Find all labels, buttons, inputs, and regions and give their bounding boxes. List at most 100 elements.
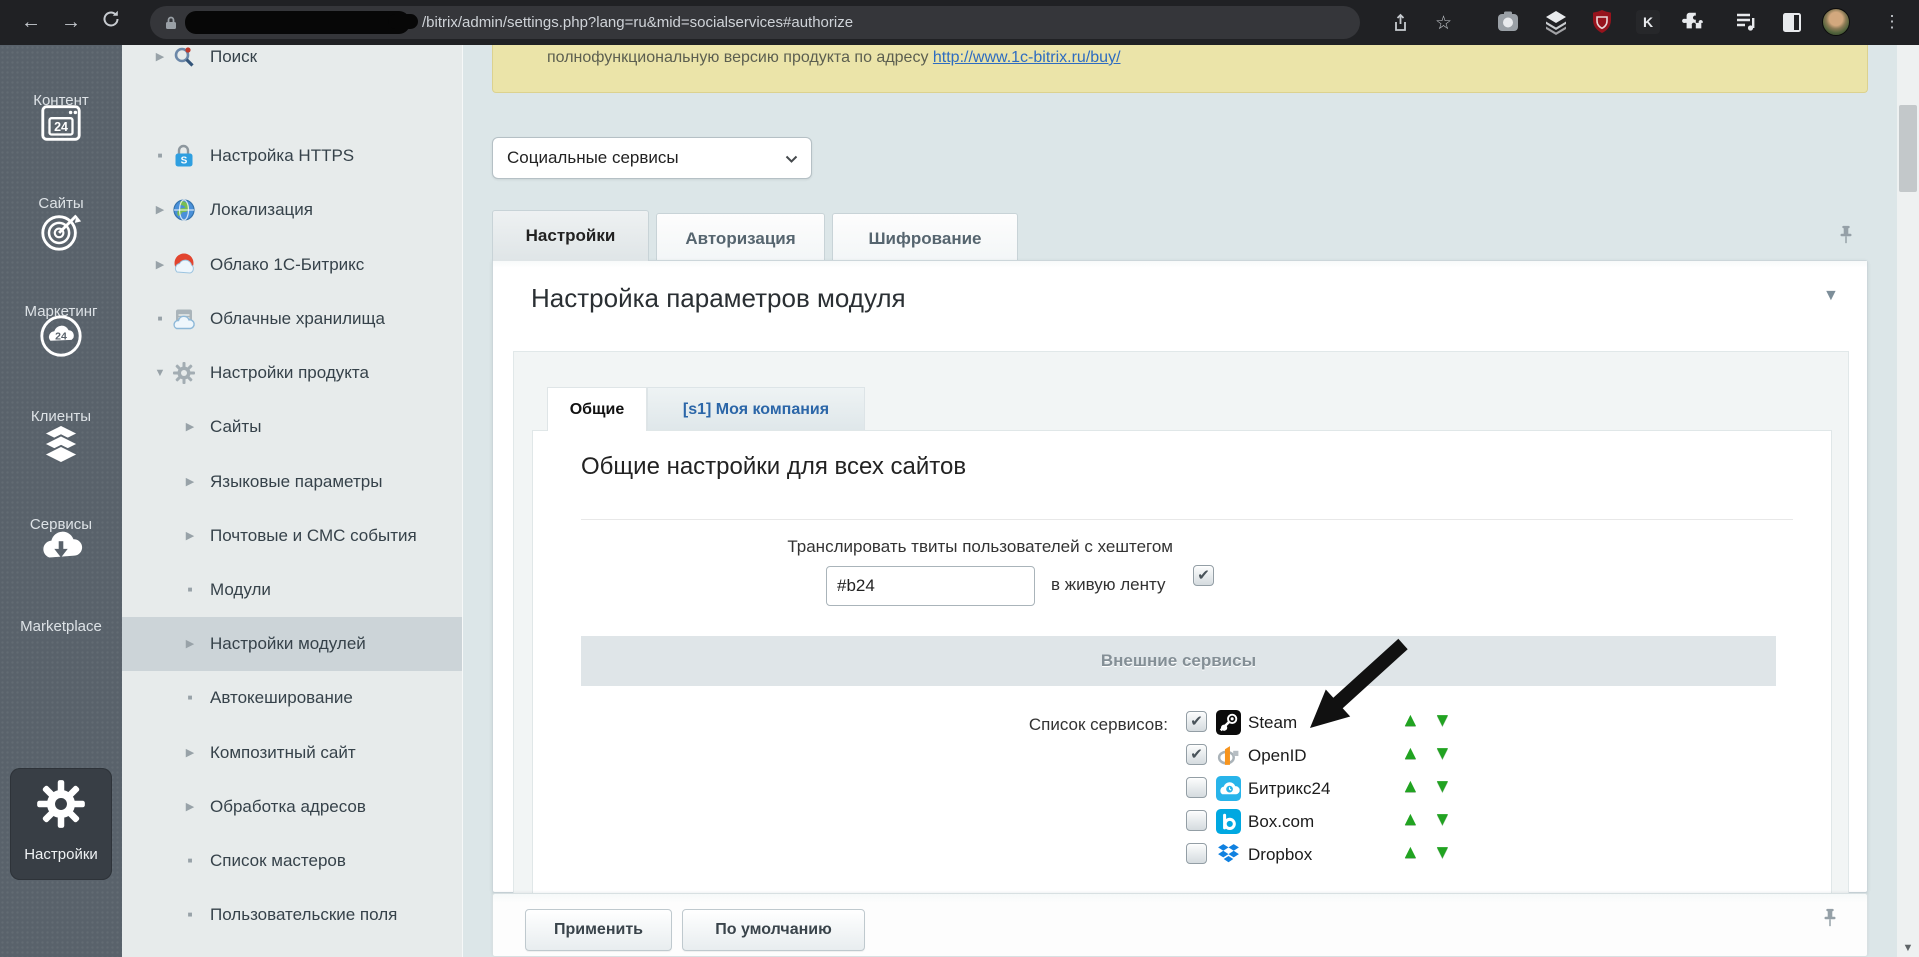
check-icon: ✔ [1197,567,1210,584]
service-row-box: Box.com ▲ ▼ [1186,807,1586,840]
settings-gear-icon [35,778,87,835]
panel-title: Настройка параметров модуля [531,283,906,314]
expand-arrow-icon[interactable]: ▶ [182,400,198,454]
hashtag-input[interactable] [826,566,1035,606]
action-bar: Применить По умолчанию [492,893,1868,957]
svg-text:S: S [181,156,188,167]
bitrix24-checkbox[interactable] [1186,777,1207,798]
move-down-icon[interactable]: ▼ [1433,710,1452,732]
back-icon[interactable]: ← [18,9,44,35]
menu-item-wizard-list[interactable]: ■ Список мастеров [122,834,463,888]
extensions-puzzle-icon[interactable] [1680,8,1708,36]
module-settings-panel: Настройка параметров модуля ▼ Общие [s1]… [492,260,1868,893]
menu-item-user-fields[interactable]: ■ Пользовательские поля [122,888,463,942]
share-icon[interactable] [1390,13,1410,38]
expand-arrow-icon[interactable]: ▶ [182,780,198,834]
menu-item-cloud-storage[interactable]: ■ Облачные хранилища [122,292,463,346]
move-up-icon[interactable]: ▲ [1401,743,1420,765]
expand-arrow-icon[interactable]: ▶ [152,183,168,237]
menu-item-mail-sms-events[interactable]: ▶ Почтовые и СМС события [122,509,463,563]
move-down-icon[interactable]: ▼ [1433,776,1452,798]
extension-camera-icon[interactable] [1494,8,1522,36]
app-rail: Контент 24 Сайты Маркетинг 24 Клиенты Се… [0,45,122,957]
page-scrollbar[interactable]: ▼ [1897,45,1919,957]
rail-item-marketing[interactable]: Маркетинг [0,208,122,328]
extension-k-icon[interactable]: K [1634,8,1662,36]
menu-item-search[interactable]: ▶ Поиск [122,45,463,84]
move-up-icon[interactable]: ▲ [1401,776,1420,798]
tab-encryption[interactable]: Шифрование [832,213,1018,261]
menu-item-cloud-1c[interactable]: ▶ Облако 1С-Битрикс [122,238,463,292]
buy-link[interactable]: http://www.1c-bitrix.ru/buy/ [933,49,1121,66]
svg-text:24: 24 [54,120,68,134]
menu-item-product-settings[interactable]: ▼ Настройки продукта [122,346,463,400]
browser-chrome: ← → /bitrix/admin/settings.php?lang=ru&m… [0,0,1919,45]
clients-cloud-icon: 24 [38,313,84,363]
search-icon [172,45,196,69]
extension-ublock-icon[interactable] [1588,8,1616,36]
move-up-icon[interactable]: ▲ [1401,842,1420,864]
move-up-icon[interactable]: ▲ [1401,809,1420,831]
dropbox-checkbox[interactable] [1186,843,1207,864]
chevron-down-icon [785,155,798,163]
box-checkbox[interactable] [1186,810,1207,831]
rail-item-settings[interactable]: Настройки [10,768,112,880]
1c-bitrix-cloud-icon [172,253,196,277]
reload-icon[interactable] [98,9,124,35]
expand-arrow-icon[interactable]: ▶ [182,509,198,563]
extension-layers-icon[interactable] [1542,8,1570,36]
https-lock-icon: S [172,144,196,168]
menu-item-module-settings[interactable]: ▶ Настройки модулей [122,617,463,671]
extension-playlist-icon[interactable] [1732,8,1760,36]
check-icon: ✔ [1190,713,1203,730]
box-icon [1216,809,1241,834]
pin-icon[interactable] [1819,906,1841,935]
bookmark-star-icon[interactable]: ☆ [1435,12,1452,35]
expand-arrow-icon[interactable]: ▶ [152,238,168,292]
pin-icon[interactable] [1835,223,1857,252]
extension-panel-icon[interactable] [1778,8,1806,36]
browser-menu-icon[interactable]: ⋮ [1878,8,1906,36]
menu-item-sites[interactable]: ▶ Сайты [122,400,463,454]
marketplace-download-cloud-icon [38,523,84,573]
screen: ← → /bitrix/admin/settings.php?lang=ru&m… [0,0,1919,957]
menu-item-localization[interactable]: ▶ Локализация [122,183,463,237]
inner-tab-company[interactable]: [s1] Моя компания [647,387,865,431]
profile-avatar[interactable] [1822,8,1850,36]
expand-arrow-icon[interactable]: ▶ [152,45,168,84]
scrollbar-down-icon[interactable]: ▼ [1897,942,1919,954]
address-bar[interactable]: /bitrix/admin/settings.php?lang=ru&mid=s… [150,6,1360,39]
panel-collapse-icon[interactable]: ▼ [1823,287,1839,305]
menu-item-url-processing[interactable]: ▶ Обработка адресов [122,780,463,834]
move-down-icon[interactable]: ▼ [1433,842,1452,864]
move-down-icon[interactable]: ▼ [1433,809,1452,831]
expand-arrow-icon[interactable]: ▶ [182,726,198,780]
expand-arrow-icon[interactable]: ▶ [182,617,198,671]
menu-item-modules[interactable]: ■ Модули [122,563,463,617]
rail-item-marketplace[interactable]: Marketplace [0,523,122,643]
openid-checkbox[interactable]: ✔ [1186,744,1207,765]
menu-item-captcha[interactable]: ■ CAPTCHA [122,942,463,957]
menu-item-composite-site[interactable]: ▶ Композитный сайт [122,726,463,780]
forward-icon[interactable]: → [58,9,84,35]
menu-item-language-params[interactable]: ▶ Языковые параметры [122,455,463,509]
rail-item-sites[interactable]: 24 Сайты [0,100,122,220]
scrollbar-thumb[interactable] [1899,105,1917,192]
module-select[interactable]: Социальные сервисы [492,137,812,179]
rail-item-clients[interactable]: 24 Клиенты [0,313,122,433]
inner-tab-general[interactable]: Общие [547,387,647,431]
defaults-button[interactable]: По умолчанию [682,909,865,951]
move-down-icon[interactable]: ▼ [1433,743,1452,765]
steam-checkbox[interactable]: ✔ [1186,711,1207,732]
menu-item-autocache[interactable]: ■ Автокеширование [122,671,463,725]
bullet-icon: ■ [182,888,198,942]
menu-item-https[interactable]: ■ S Настройка HTTPS [122,129,463,183]
tab-settings[interactable]: Настройки [492,210,649,261]
collapse-arrow-icon[interactable]: ▼ [152,346,168,400]
tab-authorization[interactable]: Авторизация [656,213,825,261]
expand-arrow-icon[interactable]: ▶ [182,455,198,509]
lock-icon [164,15,178,36]
tweet-checkbox[interactable]: ✔ [1193,565,1214,586]
bullet-icon: ■ [152,292,168,346]
apply-button[interactable]: Применить [525,909,672,951]
